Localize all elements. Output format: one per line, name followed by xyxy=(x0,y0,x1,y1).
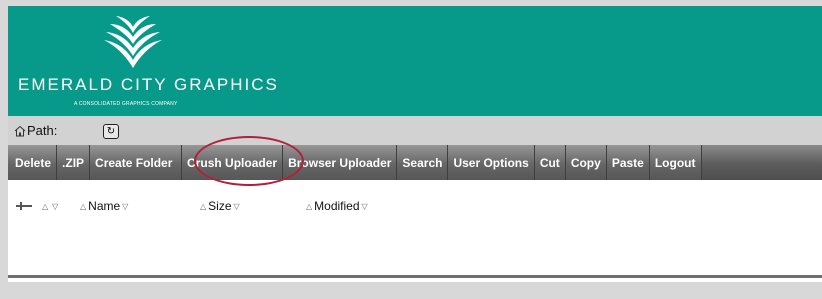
browser-uploader-button[interactable]: Browser Uploader xyxy=(283,145,398,180)
sort-up-icon[interactable]: △ xyxy=(200,202,206,211)
logout-button[interactable]: Logout xyxy=(649,145,702,180)
sort-down-icon[interactable]: ▽ xyxy=(362,202,368,211)
sort-up-icon[interactable]: △ xyxy=(80,202,86,211)
zip-button[interactable]: .ZIP xyxy=(57,145,91,180)
home-icon xyxy=(14,125,26,137)
cut-button[interactable]: Cut xyxy=(534,145,566,180)
file-manager-window: EMERALD CITY GRAPHICS A CONSOLIDATED GRA… xyxy=(8,6,822,282)
select-sort-arrows[interactable]: △ ▽ xyxy=(40,196,60,216)
search-button[interactable]: Search xyxy=(397,145,449,180)
file-list-header: △ ▽ △ Name ▽ △ Size ▽ △ Modified ▽ xyxy=(8,196,822,216)
refresh-button[interactable]: ↻ xyxy=(103,124,119,139)
column-name[interactable]: △ Name ▽ xyxy=(78,196,130,216)
column-modified[interactable]: △ Modified ▽ xyxy=(304,196,370,216)
sort-up-icon[interactable]: △ xyxy=(42,202,48,211)
brand-name: EMERALD CITY GRAPHICS xyxy=(18,75,279,94)
toolbar: Delete .ZIP Create Folder Crush Uploader… xyxy=(8,145,822,180)
column-name-label: Name xyxy=(88,199,121,213)
path-bar: Path: ↻ xyxy=(8,116,822,145)
divider xyxy=(8,275,822,278)
refresh-icon: ↻ xyxy=(106,125,116,137)
copy-button[interactable]: Copy xyxy=(565,145,607,180)
create-folder-button[interactable]: Create Folder xyxy=(90,145,183,180)
paste-button[interactable]: Paste xyxy=(606,145,650,180)
column-size-label: Size xyxy=(208,199,232,213)
sort-up-icon[interactable]: △ xyxy=(306,202,312,211)
path-label: Path: xyxy=(27,123,58,138)
sort-down-icon[interactable]: ▽ xyxy=(234,202,240,211)
column-size[interactable]: △ Size ▽ xyxy=(198,196,242,216)
user-options-button[interactable]: User Options xyxy=(448,145,535,180)
sort-down-icon[interactable]: ▽ xyxy=(52,202,58,211)
wing-logo-icon xyxy=(104,16,162,68)
brand-tagline: A CONSOLIDATED GRAPHICS COMPANY xyxy=(74,101,178,107)
expand-all-icon[interactable] xyxy=(16,200,32,212)
column-modified-label: Modified xyxy=(314,199,360,213)
sort-down-icon[interactable]: ▽ xyxy=(122,202,128,211)
crush-uploader-button[interactable]: Crush Uploader xyxy=(182,145,284,180)
delete-button[interactable]: Delete xyxy=(8,145,58,180)
header-banner: EMERALD CITY GRAPHICS A CONSOLIDATED GRA… xyxy=(8,6,822,116)
